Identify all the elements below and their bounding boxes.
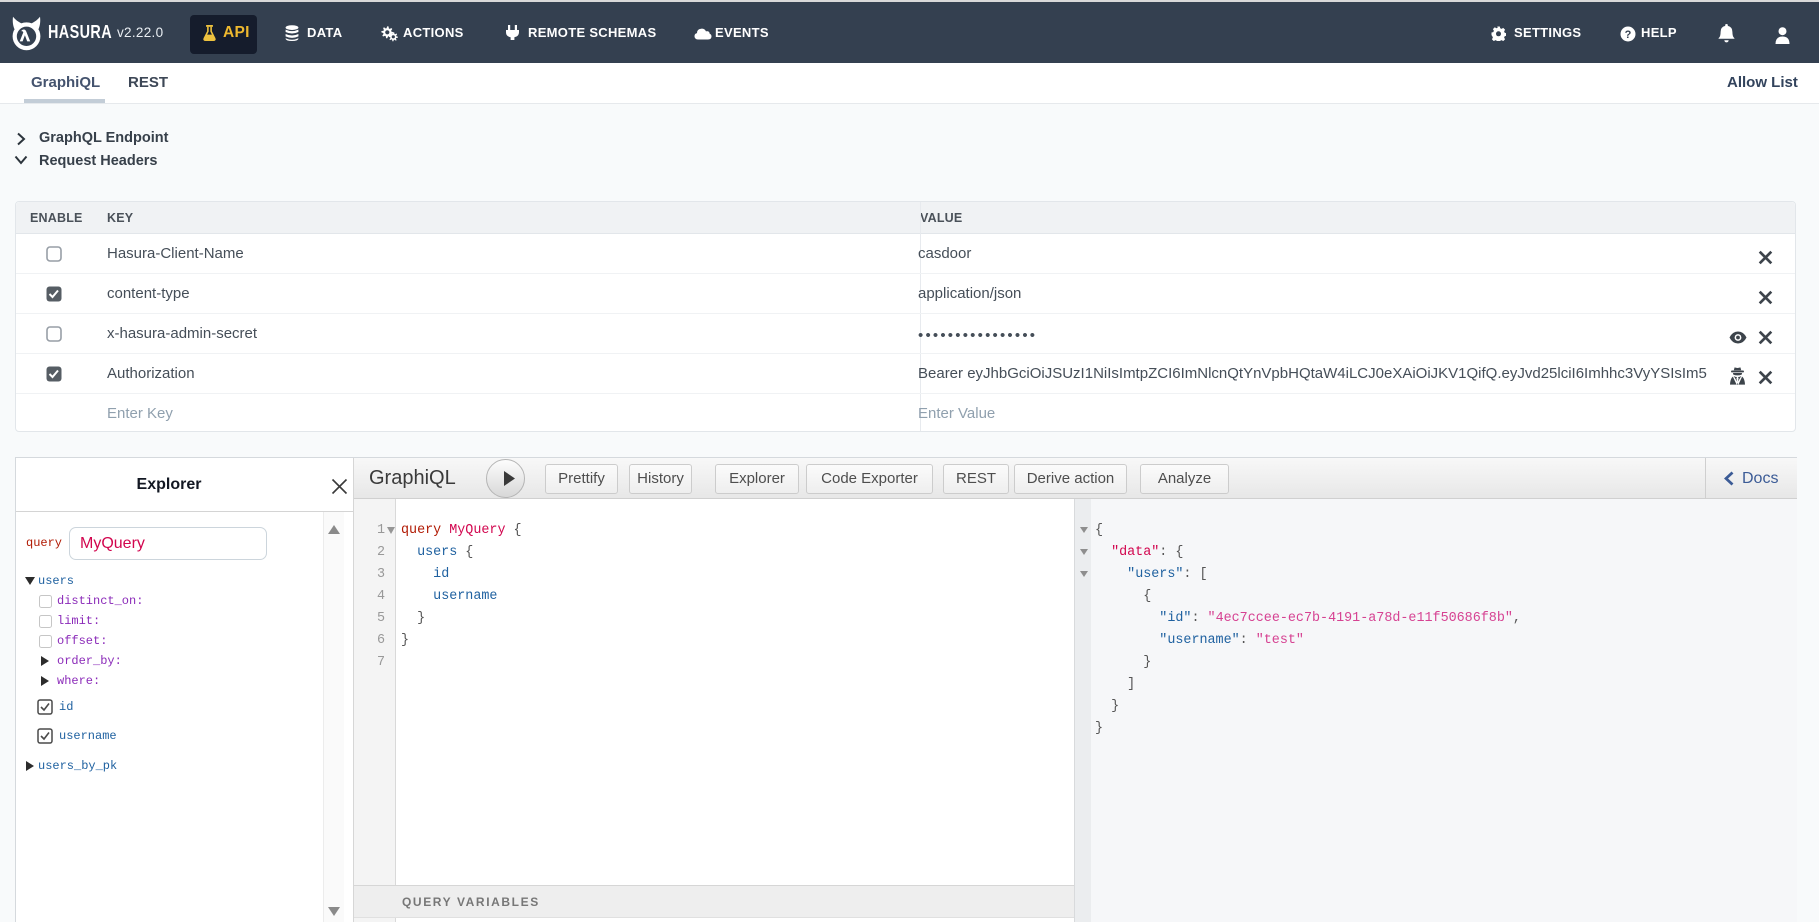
svg-text:?: ? xyxy=(1625,29,1632,41)
